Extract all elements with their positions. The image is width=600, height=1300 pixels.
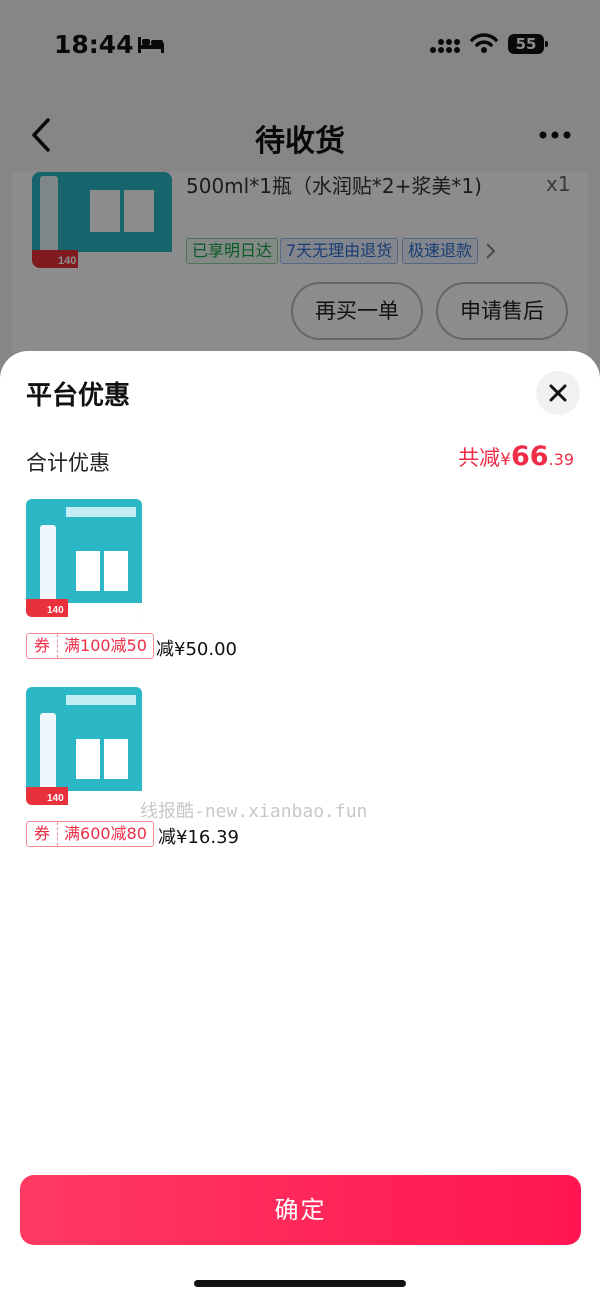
product-image: 140 (26, 687, 142, 805)
total-discount-label: 合计优惠 (26, 451, 110, 475)
discount-amount: 减¥16.39 (158, 827, 239, 848)
watermark-text: 线报酷-new.xianbao.fun (140, 801, 368, 822)
thumb-price-label: 140 (47, 793, 64, 804)
total-decimal: .39 (548, 450, 574, 469)
sheet-title: 平台优惠 (26, 381, 131, 411)
thumb-price-label: 140 (47, 605, 64, 616)
home-indicator[interactable] (194, 1280, 406, 1287)
total-integer: 66 (510, 441, 549, 472)
platform-discount-sheet: 平台优惠 合计优惠 共减¥66.39 140 券 满100减50 减¥50.00… (0, 351, 600, 1300)
discount-amount: 减¥50.00 (156, 639, 237, 660)
coupon-type: 券 (27, 822, 59, 846)
close-icon (549, 384, 567, 402)
product-image: 140 (26, 499, 142, 617)
coupon-badge: 券 满600减80 (26, 821, 154, 847)
product-thumbnail: 140 (26, 499, 142, 617)
discount-item: 140 券 满600减80 减¥16.39 (26, 687, 586, 848)
currency-symbol: ¥ (500, 450, 511, 470)
total-discount-value: 共减¥66.39 (458, 441, 574, 472)
close-button[interactable] (536, 371, 580, 415)
discount-item: 140 券 满100减50 减¥50.00 (26, 499, 586, 660)
coupon-condition: 满600减80 (64, 824, 147, 843)
total-prefix: 共减 (458, 446, 501, 470)
coupon-condition: 满100减50 (64, 636, 147, 655)
product-thumbnail: 140 (26, 687, 142, 805)
coupon-type: 券 (27, 634, 59, 658)
confirm-button[interactable]: 确定 (20, 1175, 581, 1245)
coupon-badge: 券 满100减50 (26, 633, 154, 659)
